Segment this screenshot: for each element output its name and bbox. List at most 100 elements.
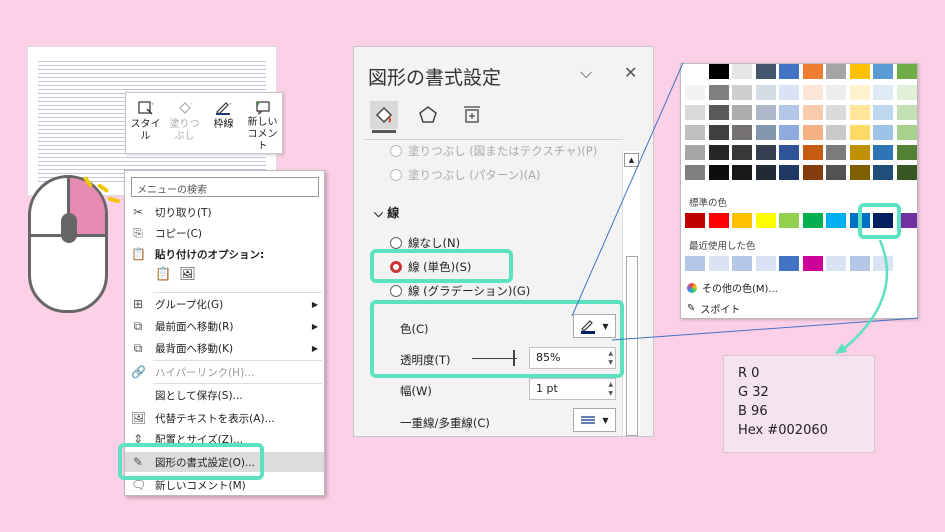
recent-color-swatch[interactable] bbox=[802, 256, 823, 271]
compound-type-button[interactable]: ▼ bbox=[573, 408, 616, 432]
new-comment-button[interactable]: + 新しい コメント bbox=[243, 93, 282, 153]
theme-shade-swatch[interactable] bbox=[849, 105, 870, 120]
recent-color-swatch[interactable] bbox=[708, 256, 729, 271]
theme-shade-swatch[interactable] bbox=[802, 165, 823, 180]
more-colors-item[interactable]: その他の色(M)... bbox=[687, 280, 778, 295]
theme-shade-swatch[interactable] bbox=[896, 165, 917, 180]
theme-shade-swatch[interactable] bbox=[685, 145, 705, 160]
theme-shade-swatch[interactable] bbox=[779, 145, 799, 160]
menu-item-hyperlink[interactable]: 🔗 ハイパーリンク(H)... bbox=[125, 362, 324, 382]
theme-shade-swatch[interactable] bbox=[755, 165, 776, 180]
theme-shade-swatch[interactable] bbox=[685, 165, 705, 180]
menu-item-bring-front[interactable]: ⧉ 最前面へ移動(R) ▶ bbox=[125, 316, 324, 336]
menu-item-send-back[interactable]: ⧉ 最背面へ移動(K) ▶ bbox=[125, 338, 324, 358]
theme-shade-swatch[interactable] bbox=[708, 105, 729, 120]
radio-pattern-fill[interactable]: 塗りつぶし (パターン)(A) bbox=[390, 167, 541, 183]
width-input[interactable]: 1 pt ▲ ▼ bbox=[529, 378, 616, 400]
theme-shade-swatch[interactable] bbox=[802, 125, 823, 140]
paste-picture-icon[interactable]: 🖼 bbox=[179, 267, 196, 282]
theme-color-swatch[interactable] bbox=[896, 64, 917, 79]
tab-effects[interactable] bbox=[414, 101, 442, 129]
recent-color-swatch[interactable] bbox=[849, 256, 870, 271]
standard-color-swatch[interactable] bbox=[779, 213, 799, 228]
theme-shade-swatch[interactable] bbox=[802, 85, 823, 100]
fill-button[interactable]: ˅ 塗りつ ぶし bbox=[165, 93, 204, 153]
theme-shade-swatch[interactable] bbox=[802, 105, 823, 120]
chevron-down-icon[interactable]: ⌵ bbox=[580, 63, 592, 83]
theme-shade-swatch[interactable] bbox=[849, 165, 870, 180]
theme-color-swatch[interactable] bbox=[826, 64, 846, 79]
theme-shade-swatch[interactable] bbox=[779, 165, 799, 180]
theme-color-swatch[interactable] bbox=[755, 64, 776, 79]
theme-color-swatch[interactable] bbox=[685, 64, 705, 79]
theme-color-swatch[interactable] bbox=[708, 64, 729, 79]
theme-shade-swatch[interactable] bbox=[896, 125, 917, 140]
scrollbar-thumb[interactable] bbox=[626, 256, 638, 436]
theme-shade-swatch[interactable] bbox=[755, 125, 776, 140]
spin-arrows-icon[interactable]: ▲ ▼ bbox=[608, 380, 613, 398]
radio-gradient-line[interactable]: 線 (グラデーション)(G) bbox=[390, 283, 530, 299]
theme-shade-swatch[interactable] bbox=[755, 85, 776, 100]
theme-shade-swatch[interactable] bbox=[849, 145, 870, 160]
standard-color-swatch[interactable] bbox=[802, 213, 823, 228]
theme-shade-swatch[interactable] bbox=[826, 125, 846, 140]
eyedropper-item[interactable]: ✎ スポイト bbox=[687, 301, 740, 316]
theme-shade-swatch[interactable] bbox=[732, 105, 752, 120]
radio-picture-fill[interactable]: 塗りつぶし (図またはテクスチャ)(P) bbox=[390, 143, 597, 159]
theme-color-swatch[interactable] bbox=[873, 64, 893, 79]
theme-shade-swatch[interactable] bbox=[802, 145, 823, 160]
theme-shade-swatch[interactable] bbox=[896, 145, 917, 160]
menu-item-alt-text[interactable]: 🖼 代替テキストを表示(A)... bbox=[125, 408, 324, 428]
theme-color-swatch[interactable] bbox=[802, 64, 823, 79]
theme-shade-swatch[interactable] bbox=[732, 165, 752, 180]
theme-shade-swatch[interactable] bbox=[849, 125, 870, 140]
standard-color-swatch[interactable] bbox=[826, 213, 846, 228]
tab-fill-line[interactable] bbox=[370, 101, 398, 133]
theme-shade-swatch[interactable] bbox=[685, 105, 705, 120]
theme-shade-swatch[interactable] bbox=[685, 85, 705, 100]
theme-shade-swatch[interactable] bbox=[755, 105, 776, 120]
theme-shade-swatch[interactable] bbox=[896, 105, 917, 120]
theme-shade-swatch[interactable] bbox=[849, 85, 870, 100]
theme-shade-swatch[interactable] bbox=[826, 85, 846, 100]
theme-shade-swatch[interactable] bbox=[873, 85, 893, 100]
theme-shade-swatch[interactable] bbox=[732, 145, 752, 160]
recent-color-swatch[interactable] bbox=[826, 256, 846, 271]
menu-item-group[interactable]: ⊞ グループ化(G) ▶ bbox=[125, 294, 324, 314]
recent-color-swatch[interactable] bbox=[779, 256, 799, 271]
scroll-up-icon[interactable]: ▲ bbox=[624, 153, 639, 167]
standard-color-swatch[interactable] bbox=[732, 213, 752, 228]
tab-size-properties[interactable] bbox=[458, 101, 486, 129]
theme-shade-swatch[interactable] bbox=[873, 165, 893, 180]
theme-shade-swatch[interactable] bbox=[779, 105, 799, 120]
theme-color-swatch[interactable] bbox=[779, 64, 799, 79]
section-line-header[interactable]: ⌵ 線 bbox=[374, 204, 399, 221]
theme-shade-swatch[interactable] bbox=[708, 145, 729, 160]
theme-shade-swatch[interactable] bbox=[873, 125, 893, 140]
menu-item-save-as-picture[interactable]: 図として保存(S)... bbox=[125, 385, 324, 405]
recent-color-swatch[interactable] bbox=[873, 256, 893, 271]
pane-scrollbar[interactable]: ▲ bbox=[622, 151, 640, 436]
standard-color-swatch[interactable] bbox=[755, 213, 776, 228]
theme-shade-swatch[interactable] bbox=[779, 125, 799, 140]
style-button[interactable]: ˅ スタイ ル bbox=[126, 93, 165, 153]
theme-shade-swatch[interactable] bbox=[826, 105, 846, 120]
theme-shade-swatch[interactable] bbox=[873, 105, 893, 120]
paste-keep-format-icon[interactable]: 📋 bbox=[155, 267, 171, 282]
menu-item-copy[interactable]: ⎘ コピー(C) bbox=[125, 223, 324, 243]
menu-item-cut[interactable]: ✂ 切り取り(T) bbox=[125, 202, 324, 222]
theme-shade-swatch[interactable] bbox=[732, 125, 752, 140]
theme-color-swatch[interactable] bbox=[732, 64, 752, 79]
theme-shade-swatch[interactable] bbox=[826, 145, 846, 160]
outline-button[interactable]: ˅ 枠線 bbox=[204, 93, 243, 153]
theme-shade-swatch[interactable] bbox=[708, 125, 729, 140]
theme-shade-swatch[interactable] bbox=[755, 145, 776, 160]
recent-color-swatch[interactable] bbox=[755, 256, 776, 271]
close-icon[interactable]: ✕ bbox=[624, 63, 637, 82]
standard-color-swatch[interactable] bbox=[685, 213, 705, 228]
theme-shade-swatch[interactable] bbox=[896, 85, 917, 100]
standard-color-swatch[interactable] bbox=[708, 213, 729, 228]
theme-shade-swatch[interactable] bbox=[873, 145, 893, 160]
menu-search-input[interactable]: メニューの検索 bbox=[131, 177, 319, 197]
theme-color-swatch[interactable] bbox=[849, 64, 870, 79]
